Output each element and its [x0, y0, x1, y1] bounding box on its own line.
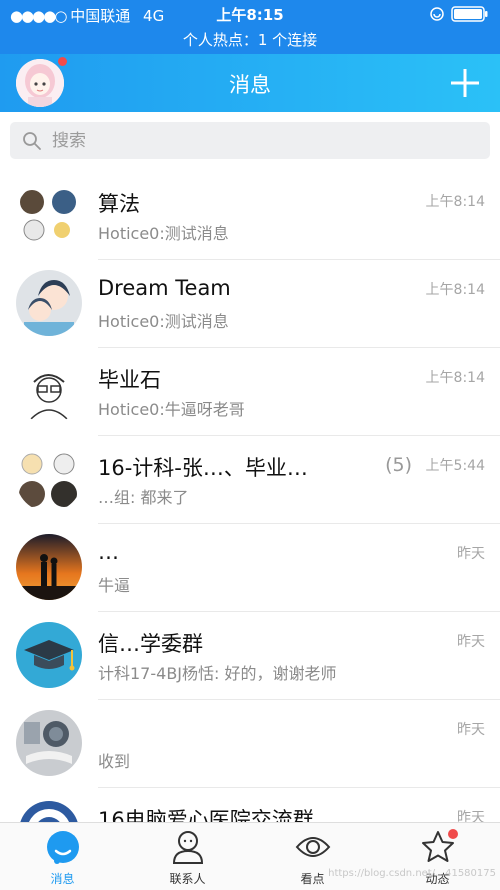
search-icon [23, 132, 41, 150]
tab-label: 消息 [50, 872, 75, 886]
conversation-preview: …组: 都来了 [98, 488, 189, 507]
book-photo-avatar-icon [16, 710, 82, 776]
group-avatar-grid-icon [16, 446, 82, 512]
conversation-time: 昨天 [457, 810, 485, 822]
badge-logo-avatar-icon [16, 798, 82, 822]
conversation-preview: Hotice0:测试消息 [98, 224, 229, 243]
conversation-time: 昨天 [457, 634, 485, 650]
eye-icon [295, 837, 331, 857]
conversation-item[interactable]: Dream Team Hotice0:测试消息 上午8:14 [0, 260, 500, 348]
conversation-preview: 收到 [98, 752, 131, 771]
add-button[interactable] [448, 66, 482, 100]
conversation-avatar [16, 358, 82, 424]
profile-notification-dot [58, 57, 67, 66]
conversation-name: 16电脑爱心医院交流群 [98, 808, 314, 822]
group-avatar [16, 182, 82, 248]
chat-bubble-icon [47, 831, 79, 864]
conversation-avatar [16, 798, 82, 822]
conversation-avatar [16, 270, 82, 336]
conversation-time: 昨天 [457, 546, 485, 562]
group-avatar-grid-icon [16, 182, 82, 248]
status-icons [430, 5, 490, 23]
battery-icon [430, 6, 488, 22]
group-avatar [16, 446, 82, 512]
unread-count: (5) [385, 454, 412, 476]
conversation-item[interactable]: … 牛逼 昨天 [0, 524, 500, 612]
conversation-item[interactable]: 收到 昨天 [0, 700, 500, 788]
conversation-item[interactable]: 信…学委群 计科17-4BJ杨恬: 好的，谢谢老师 昨天 [0, 612, 500, 700]
conversation-name: 信…学委群 [98, 632, 203, 656]
conversation-list: 算法 Hotice0:测试消息 上午8:14 Dream Team Hotice… [0, 172, 500, 822]
tab-messages[interactable]: 消息 [0, 823, 125, 890]
tab-discover[interactable]: 看点 [250, 823, 375, 890]
notification-dot [448, 829, 458, 839]
conversation-avatar [16, 622, 82, 688]
conversation-time: 上午8:14 [425, 370, 485, 386]
couple-cartoon-avatar-icon [16, 270, 82, 336]
watermark: https://blog.csdn.net/…41580175 [328, 868, 496, 879]
conversation-time: 上午8:14 [425, 194, 485, 210]
conversation-preview: Hotice0:测试消息 [98, 312, 229, 331]
conversation-item[interactable]: 16电脑爱心医院交流群 昨天 [0, 788, 500, 822]
conversation-name: 16-计科-张…、毕业… [98, 456, 308, 480]
conversation-preview: 牛逼 [98, 576, 131, 595]
conversation-item[interactable]: 毕业石 Hotice0:牛逼呀老哥 上午8:14 [0, 348, 500, 436]
search-section [0, 112, 500, 172]
conversation-name: Dream Team [98, 276, 231, 300]
tab-label: 联系人 [169, 872, 206, 886]
search-input[interactable] [52, 122, 472, 159]
clock: 上午8:15 [216, 6, 284, 24]
contacts-icon [172, 831, 204, 864]
sketch-avatar-icon [16, 358, 82, 424]
page-title: 消息 [229, 73, 271, 97]
tab-moments[interactable]: 动态 [375, 823, 500, 890]
conversation-preview: Hotice0:牛逼呀老哥 [98, 400, 245, 419]
hotspot-status[interactable]: 个人热点：1 个连接 [0, 29, 500, 50]
conversation-name: 毕业石 [98, 368, 161, 392]
sunset-silhouette-avatar-icon [16, 534, 82, 600]
conversation-avatar [16, 710, 82, 776]
plus-icon [451, 69, 479, 97]
graduation-cap-avatar-icon [16, 622, 82, 688]
conversation-avatar [16, 534, 82, 600]
app-header: 消息 [0, 54, 500, 112]
conversation-item[interactable]: 16-计科-张…、毕业… (5) …组: 都来了 上午5:44 [0, 436, 500, 524]
bottom-tab-bar: 消息 联系人 看点 动态 [0, 822, 500, 890]
search-box[interactable] [10, 122, 490, 159]
status-bar: ●●●●○ 中国联通 4G 上午8:15 个人热点：1 个连接 [0, 0, 500, 54]
status-row: ●●●●○ 中国联通 4G 上午8:15 [0, 0, 500, 27]
conversation-time: 上午5:44 [425, 458, 485, 474]
conversation-time: 上午8:14 [425, 282, 485, 298]
conversation-time: 昨天 [457, 722, 485, 738]
conversation-name: … [98, 540, 119, 564]
conversation-preview: 计科17-4BJ杨恬: 好的，谢谢老师 [98, 664, 337, 683]
conversation-item[interactable]: 算法 Hotice0:测试消息 上午8:14 [0, 172, 500, 260]
tab-contacts[interactable]: 联系人 [125, 823, 250, 890]
conversation-name: 算法 [98, 192, 140, 216]
